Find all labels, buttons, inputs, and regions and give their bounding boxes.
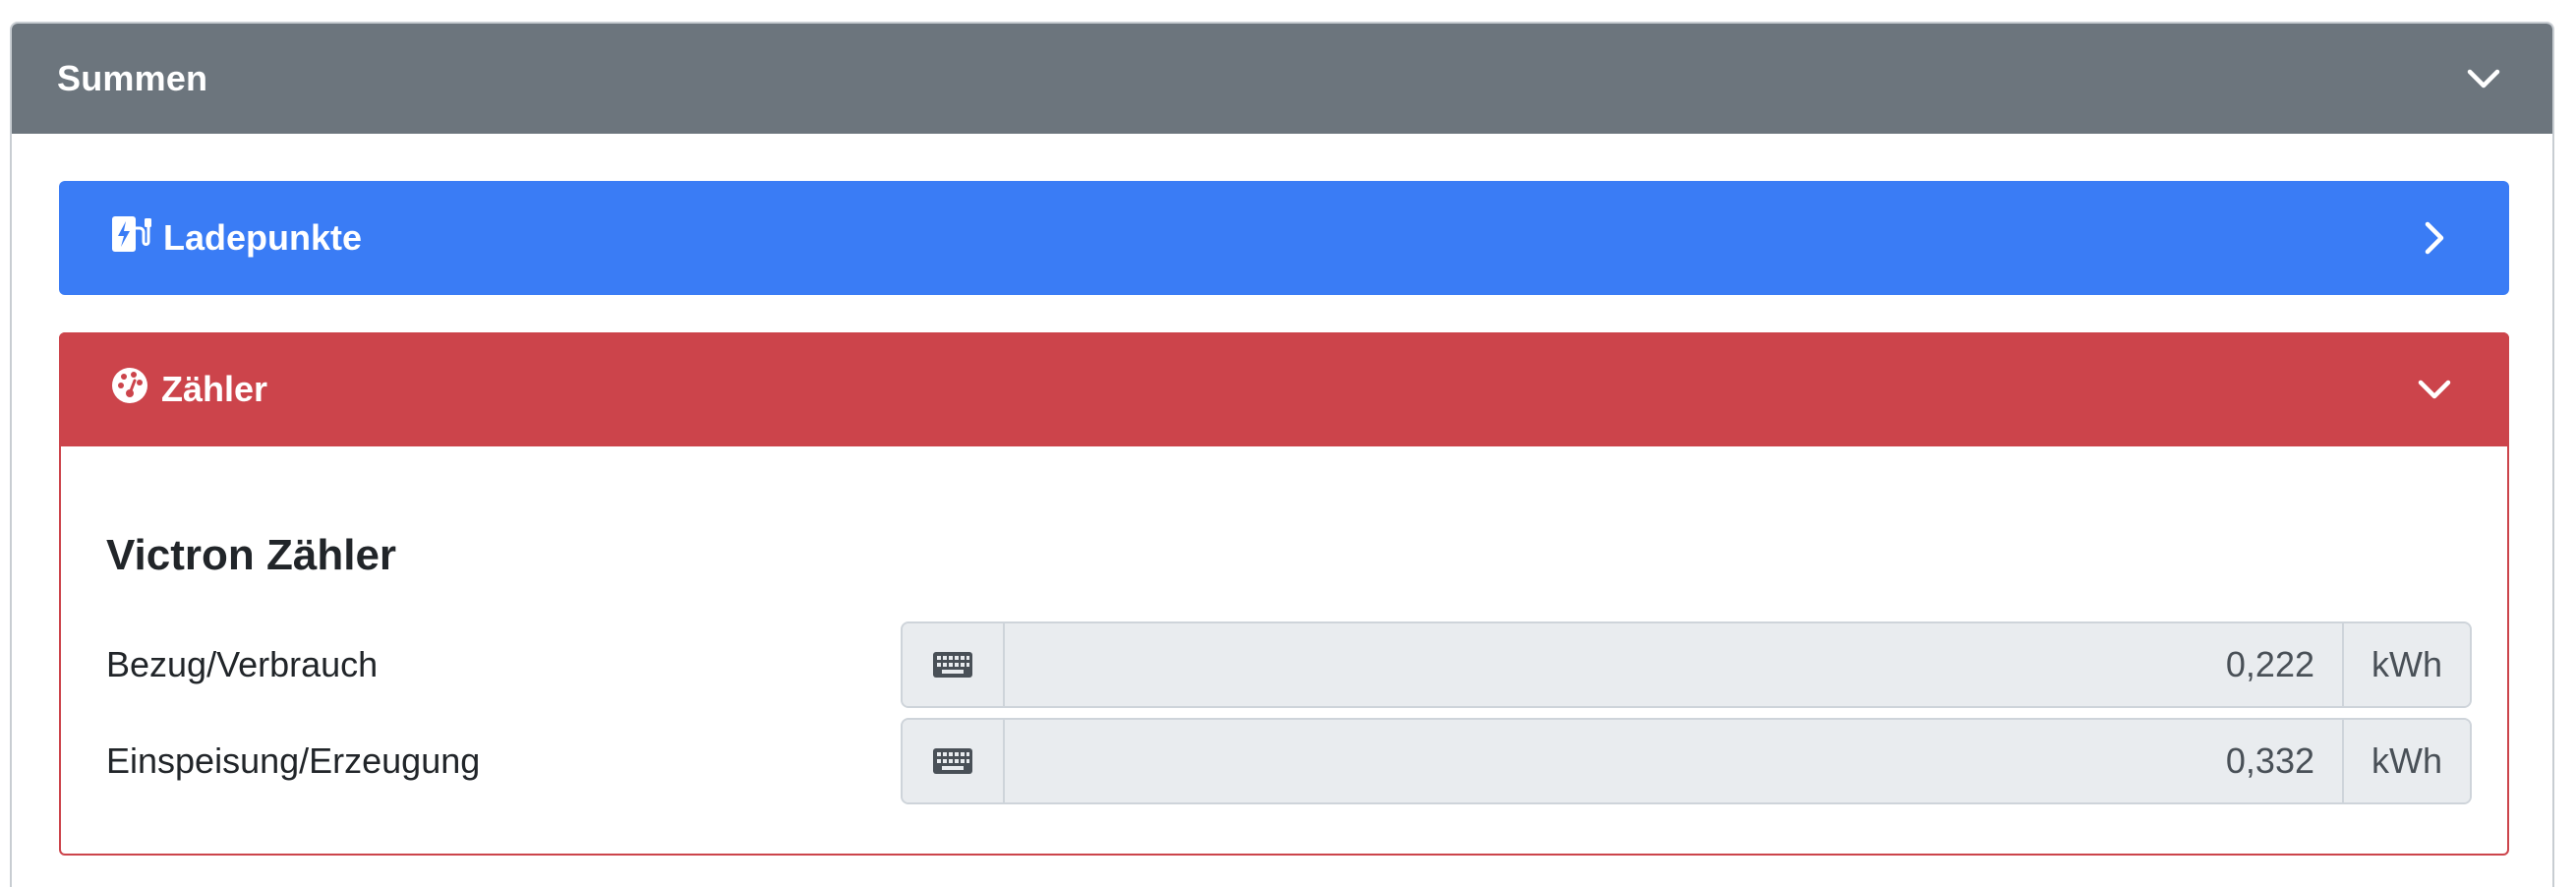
meter-row-einspeisung: Einspeisung/Erzeugung 0,332 kWh bbox=[106, 718, 2472, 804]
row-label: Bezug/Verbrauch bbox=[106, 644, 379, 684]
einspeisung-value-field[interactable]: 0,332 bbox=[1005, 720, 2342, 802]
ladepunkte-card[interactable]: Ladepunkte bbox=[59, 181, 2509, 295]
summen-header[interactable]: Summen bbox=[12, 24, 2552, 134]
zaehler-title-group: Zähler bbox=[110, 366, 267, 414]
zaehler-title: Zähler bbox=[161, 369, 268, 409]
keyboard-icon[interactable] bbox=[903, 720, 1005, 802]
charging-station-icon bbox=[110, 214, 151, 263]
keyboard-icon[interactable] bbox=[903, 623, 1005, 706]
row-label: Einspeisung/Erzeugung bbox=[106, 740, 481, 781]
unit-label: kWh bbox=[2342, 720, 2470, 802]
chevron-down-icon[interactable] bbox=[2464, 59, 2503, 98]
bezug-value-field[interactable]: 0,222 bbox=[1005, 623, 2342, 706]
ladepunkte-title-group: Ladepunkte bbox=[110, 214, 362, 263]
bezug-input-group: 0,222 kWh bbox=[901, 621, 2472, 708]
meter-row-bezug: Bezug/Verbrauch 0,222 kWh bbox=[106, 621, 2472, 708]
unit-label: kWh bbox=[2342, 623, 2470, 706]
einspeisung-input-group: 0,332 kWh bbox=[901, 718, 2472, 804]
tachometer-icon bbox=[110, 366, 149, 414]
summen-card: Summen Ladepunkte Zähler Victron Zähler … bbox=[10, 22, 2554, 887]
device-name: Victron Zähler bbox=[106, 531, 397, 579]
zaehler-card: Zähler Victron Zähler Bezug/Verbrauch 0,… bbox=[59, 332, 2509, 856]
ladepunkte-title: Ladepunkte bbox=[163, 217, 363, 258]
zaehler-header[interactable]: Zähler bbox=[59, 332, 2509, 446]
chevron-down-icon[interactable] bbox=[2415, 370, 2454, 409]
chevron-right-icon[interactable] bbox=[2415, 218, 2454, 258]
summen-title: Summen bbox=[57, 58, 208, 98]
